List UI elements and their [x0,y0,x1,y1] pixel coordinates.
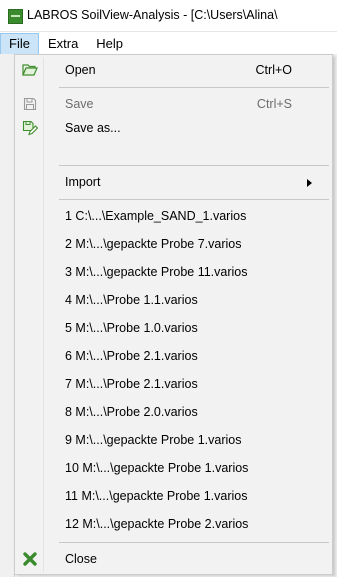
chevron-right-icon [307,179,312,187]
recent-file-item[interactable]: 1 C:\...\Example_SAND_1.varios [17,204,330,228]
recent-file-label: 10 M:\...\gepackte Probe 1.varios [65,461,249,475]
menu-item-open-shortcut: Ctrl+O [255,63,292,77]
green-x-icon [21,550,39,568]
recent-file-item[interactable]: 11 M:\...\gepackte Probe 1.varios [17,484,330,508]
recent-file-item[interactable]: 10 M:\...\gepackte Probe 1.varios [17,456,330,480]
recent-file-label: 11 M:\...\gepackte Probe 1.varios [65,489,248,503]
recent-file-label: 1 C:\...\Example_SAND_1.varios [65,209,247,223]
recent-file-item[interactable]: 4 M:\...\Probe 1.1.varios [17,288,330,312]
menu-item-open-label: Open [65,63,96,77]
menu-item-save[interactable]: Save Ctrl+S [17,92,330,116]
recent-file-label: 3 M:\...\gepackte Probe 11.varios [65,265,248,279]
floppy-disk-edit-icon [21,119,39,137]
menu-separator [59,542,329,543]
menu-separator [59,165,329,166]
menu-bar: File Extra Help [0,32,337,55]
floppy-disk-icon [21,95,39,113]
recent-file-label: 12 M:\...\gepackte Probe 2.varios [65,517,249,531]
menu-item-save-label: Save [65,97,94,111]
recent-file-label: 9 M:\...\gepackte Probe 1.varios [65,433,242,447]
file-menu-dropdown: Open Ctrl+O Save Ctrl+S Save as... Impor [14,54,333,575]
recent-file-item[interactable]: 7 M:\...\Probe 2.1.varios [17,372,330,396]
menu-item-close[interactable]: Close [17,547,330,571]
menu-separator [59,87,329,88]
recent-file-item[interactable]: 3 M:\...\gepackte Probe 11.varios [17,260,330,284]
menu-help[interactable]: Help [87,33,132,55]
menu-item-save-as-label: Save as... [65,121,121,135]
toolbar-background [0,54,15,577]
menu-separator [59,199,329,200]
app-logo-icon [8,9,23,24]
recent-file-label: 2 M:\...\gepackte Probe 7.varios [65,237,242,251]
recent-file-label: 4 M:\...\Probe 1.1.varios [65,293,198,307]
recent-file-label: 7 M:\...\Probe 2.1.varios [65,377,198,391]
menu-item-import-label: Import [65,175,101,189]
menu-item-save-as[interactable]: Save as... [17,116,330,140]
window-title: LABROS SoilView-Analysis - [C:\Users\Ali… [27,8,278,22]
recent-file-item[interactable]: 9 M:\...\gepackte Probe 1.varios [17,428,330,452]
recent-file-item[interactable]: 12 M:\...\gepackte Probe 2.varios [17,512,330,536]
recent-file-label: 6 M:\...\Probe 2.1.varios [65,349,198,363]
menu-extra[interactable]: Extra [39,33,87,55]
recent-file-label: 8 M:\...\Probe 2.0.varios [65,405,198,419]
menu-item-save-shortcut: Ctrl+S [256,97,292,111]
recent-file-item[interactable]: 2 M:\...\gepackte Probe 7.varios [17,232,330,256]
recent-file-item[interactable]: 6 M:\...\Probe 2.1.varios [17,344,330,368]
window-background [333,54,337,577]
title-bar: LABROS SoilView-Analysis - [C:\Users\Ali… [0,0,337,32]
recent-file-item[interactable]: 5 M:\...\Probe 1.0.varios [17,316,330,340]
menu-item-open[interactable]: Open Ctrl+O [17,58,330,82]
menu-item-import[interactable]: Import [17,170,330,194]
recent-file-label: 5 M:\...\Probe 1.0.varios [65,321,198,335]
menu-item-close-label: Close [65,552,97,566]
folder-open-icon [21,61,39,79]
recent-file-item[interactable]: 8 M:\...\Probe 2.0.varios [17,400,330,424]
menu-file[interactable]: File [0,33,39,55]
